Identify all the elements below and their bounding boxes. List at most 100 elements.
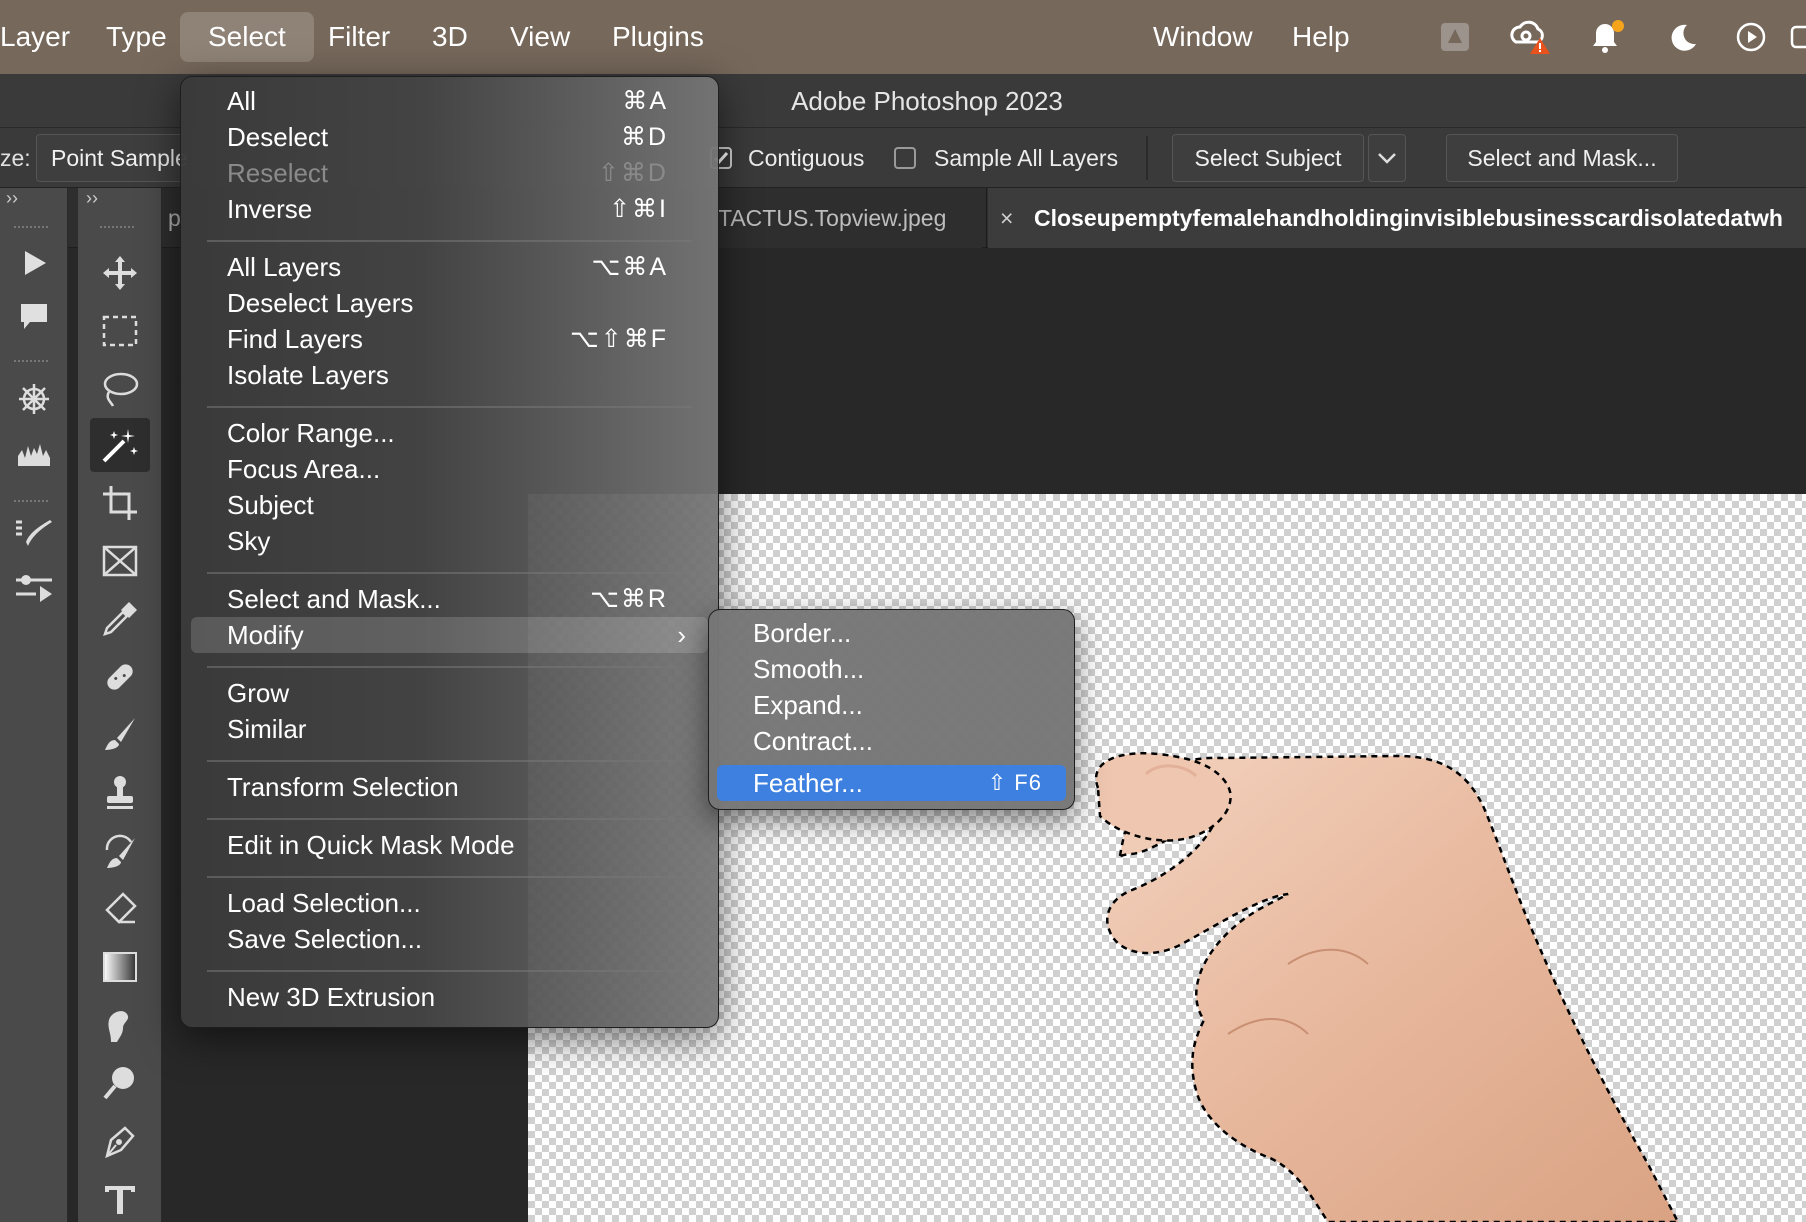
menu-layer[interactable]: Layer: [0, 0, 70, 74]
menu-item-find-layers[interactable]: Find Layers ⌥⇧⌘F: [191, 321, 708, 357]
tab-divider: [986, 188, 987, 248]
submenu-item-smooth[interactable]: Smooth...: [717, 651, 1066, 687]
menu-item-shortcut: ⌘A: [622, 87, 668, 115]
healing-brush-tool-icon[interactable]: [90, 650, 150, 704]
notification-bell-icon[interactable]: [1586, 18, 1628, 56]
menu-plugins[interactable]: Plugins: [612, 0, 704, 74]
menu-item-label: Color Range...: [227, 418, 395, 448]
menu-item-label: Focus Area...: [227, 454, 381, 484]
menu-separator: [207, 818, 692, 820]
menu-item-similar[interactable]: Similar: [191, 711, 708, 747]
sample-size-dropdown[interactable]: Point Sample: [36, 134, 196, 182]
comments-icon[interactable]: [4, 290, 64, 344]
menu-item-label: All Layers: [227, 252, 342, 282]
submenu-item-contract[interactable]: Contract...: [717, 723, 1066, 759]
menu-type[interactable]: Type: [106, 0, 167, 74]
brush-tool-icon[interactable]: [90, 708, 150, 762]
menu-item-modify[interactable]: Modify ›: [191, 617, 708, 653]
eraser-tool-icon[interactable]: [90, 882, 150, 936]
menu-separator: [207, 572, 692, 574]
panel-grip[interactable]: [14, 360, 48, 362]
menu-item-label: Subject: [227, 490, 314, 520]
dark-mode-moon-icon[interactable]: [1664, 18, 1702, 56]
menu-item-label: Edit in Quick Mask Mode: [227, 830, 515, 860]
menu-filter[interactable]: Filter: [328, 0, 390, 74]
select-subject-button[interactable]: Select Subject: [1172, 134, 1364, 182]
adjustment-sliders-icon[interactable]: [4, 562, 64, 616]
menu-item-label: Grow: [227, 678, 290, 708]
tab-tactus-topview[interactable]: TACTUS.Topview.jpeg: [718, 188, 982, 248]
dodge-tool-icon[interactable]: [90, 1056, 150, 1110]
expand-panel-icon[interactable]: ››: [6, 188, 18, 209]
menu-item-save-selection[interactable]: Save Selection...: [191, 921, 708, 957]
menu-item-label: Transform Selection: [227, 772, 459, 802]
navigator-wheel-icon[interactable]: [4, 372, 64, 426]
menu-item-shortcut: ⌥⌘A: [591, 253, 668, 281]
submenu-item-border[interactable]: Border...: [717, 615, 1066, 651]
menu-window[interactable]: Window: [1153, 0, 1253, 74]
history-brush-tool-icon[interactable]: [90, 824, 150, 878]
tab-close-icon[interactable]: ×: [1000, 188, 1013, 248]
menu-item-inverse[interactable]: Inverse ⇧⌘I: [191, 191, 708, 227]
magic-wand-tool-icon[interactable]: [90, 418, 150, 472]
sample-all-layers-checkbox[interactable]: [894, 147, 916, 169]
menu-item-isolate-layers[interactable]: Isolate Layers: [191, 357, 708, 393]
menu-item-quick-mask[interactable]: Edit in Quick Mask Mode: [191, 827, 708, 863]
eyedropper-tool-icon[interactable]: [90, 592, 150, 646]
gradient-tool-icon[interactable]: [90, 940, 150, 994]
submenu-item-expand[interactable]: Expand...: [717, 687, 1066, 723]
move-tool-icon[interactable]: [90, 246, 150, 300]
smudge-tool-icon[interactable]: [90, 998, 150, 1052]
menu-item-shortcut: ⇧⌘I: [609, 195, 668, 223]
menu-item-new-3d-extrusion[interactable]: New 3D Extrusion: [191, 979, 708, 1015]
play-actions-icon[interactable]: [4, 236, 64, 290]
menu-item-sky[interactable]: Sky: [191, 523, 708, 559]
menu-3d[interactable]: 3D: [432, 0, 468, 74]
clone-stamp-tool-icon[interactable]: [90, 766, 150, 820]
creative-cloud-warning-icon[interactable]: [1508, 18, 1554, 56]
panel-grip[interactable]: [100, 226, 134, 228]
play-circle-icon[interactable]: [1732, 18, 1770, 56]
menu-item-select-and-mask[interactable]: Select and Mask... ⌥⌘R: [191, 581, 708, 617]
collapse-toolbar-icon[interactable]: ››: [86, 188, 98, 209]
menu-item-deselect[interactable]: Deselect ⌘D: [191, 119, 708, 155]
menu-separator: [207, 406, 692, 408]
adobe-creative-icon[interactable]: [1436, 18, 1474, 56]
select-and-mask-button[interactable]: Select and Mask...: [1446, 134, 1678, 182]
panel-grip[interactable]: [14, 500, 48, 502]
panel-grip[interactable]: [14, 226, 48, 228]
frame-tool-icon[interactable]: [90, 534, 150, 588]
menu-item-focus-area[interactable]: Focus Area...: [191, 451, 708, 487]
menu-item-all-layers[interactable]: All Layers ⌥⌘A: [191, 249, 708, 285]
modify-submenu: Border... Smooth... Expand... Contract..…: [708, 609, 1075, 810]
sample-size-label: ze:: [0, 145, 31, 171]
menu-item-grow[interactable]: Grow: [191, 675, 708, 711]
menu-item-subject[interactable]: Subject: [191, 487, 708, 523]
menu-help[interactable]: Help: [1292, 0, 1350, 74]
marquee-tool-icon[interactable]: [90, 304, 150, 358]
menu-item-label: Border...: [753, 618, 852, 648]
menu-item-shortcut: ⇧ F6: [987, 770, 1042, 795]
menu-item-all[interactable]: All ⌘A: [191, 83, 708, 119]
submenu-item-feather[interactable]: Feather... ⇧ F6: [717, 765, 1066, 801]
crop-tool-icon[interactable]: [90, 476, 150, 530]
menu-item-transform-selection[interactable]: Transform Selection: [191, 769, 708, 805]
document-canvas[interactable]: [528, 494, 1806, 1222]
menu-separator: [207, 240, 692, 242]
menu-select[interactable]: Select: [180, 12, 314, 62]
tab-active-label: Closeupemptyfemalehandholdinginvisiblebu…: [1034, 205, 1783, 231]
brush-settings-icon[interactable]: [4, 508, 64, 562]
menu-item-deselect-layers[interactable]: Deselect Layers: [191, 285, 708, 321]
control-center-icon[interactable]: [1790, 18, 1806, 56]
menu-view[interactable]: View: [510, 0, 570, 74]
type-tool-icon[interactable]: [90, 1172, 150, 1222]
contiguous-label: Contiguous: [748, 145, 865, 171]
tab-closeup-hand[interactable]: × Closeupemptyfemalehandholdinginvisible…: [988, 188, 1806, 248]
menu-item-color-range[interactable]: Color Range...: [191, 415, 708, 451]
histogram-icon[interactable]: [4, 426, 64, 480]
menu-item-load-selection[interactable]: Load Selection...: [191, 885, 708, 921]
menu-separator: [207, 666, 692, 668]
pen-tool-icon[interactable]: [90, 1114, 150, 1168]
lasso-tool-icon[interactable]: [90, 362, 150, 416]
select-subject-dropdown[interactable]: [1368, 134, 1406, 182]
